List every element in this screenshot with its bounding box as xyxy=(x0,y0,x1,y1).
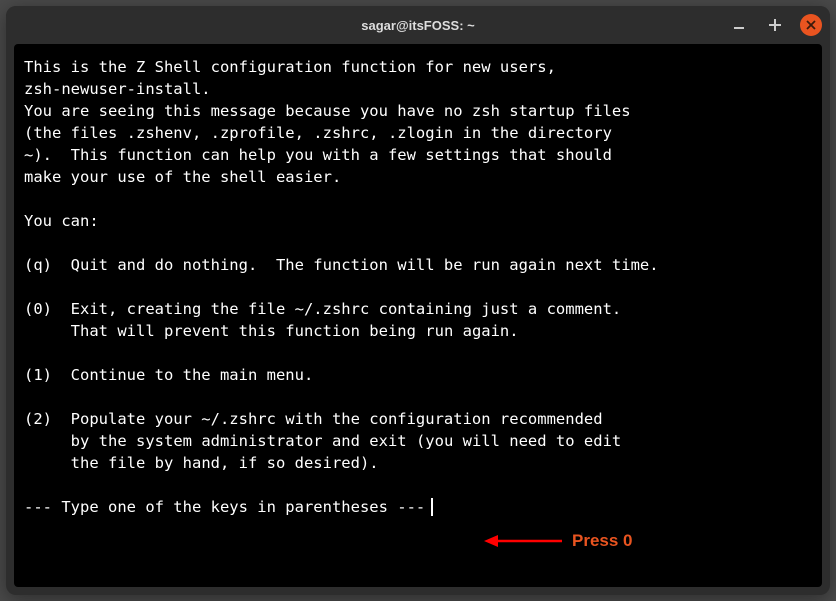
prompt-line: --- Type one of the keys in parentheses … xyxy=(24,496,812,518)
close-button[interactable] xyxy=(800,14,822,36)
annotation: Press 0 xyxy=(484,530,633,552)
annotation-label: Press 0 xyxy=(572,530,633,552)
terminal-output: This is the Z Shell configuration functi… xyxy=(24,56,812,474)
window-title: sagar@itsFOSS: ~ xyxy=(361,18,474,33)
prompt-text: --- Type one of the keys in parentheses … xyxy=(24,496,425,518)
maximize-icon xyxy=(768,18,782,32)
minimize-button[interactable] xyxy=(728,14,750,36)
titlebar: sagar@itsFOSS: ~ xyxy=(6,6,830,44)
terminal-window: sagar@itsFOSS: ~ This is the xyxy=(6,6,830,595)
terminal-body[interactable]: This is the Z Shell configuration functi… xyxy=(14,44,822,587)
arrow-icon xyxy=(484,531,564,551)
maximize-button[interactable] xyxy=(764,14,786,36)
terminal-cursor xyxy=(431,498,433,516)
close-icon xyxy=(806,20,816,30)
minimize-icon xyxy=(733,19,745,31)
window-controls xyxy=(728,6,822,44)
